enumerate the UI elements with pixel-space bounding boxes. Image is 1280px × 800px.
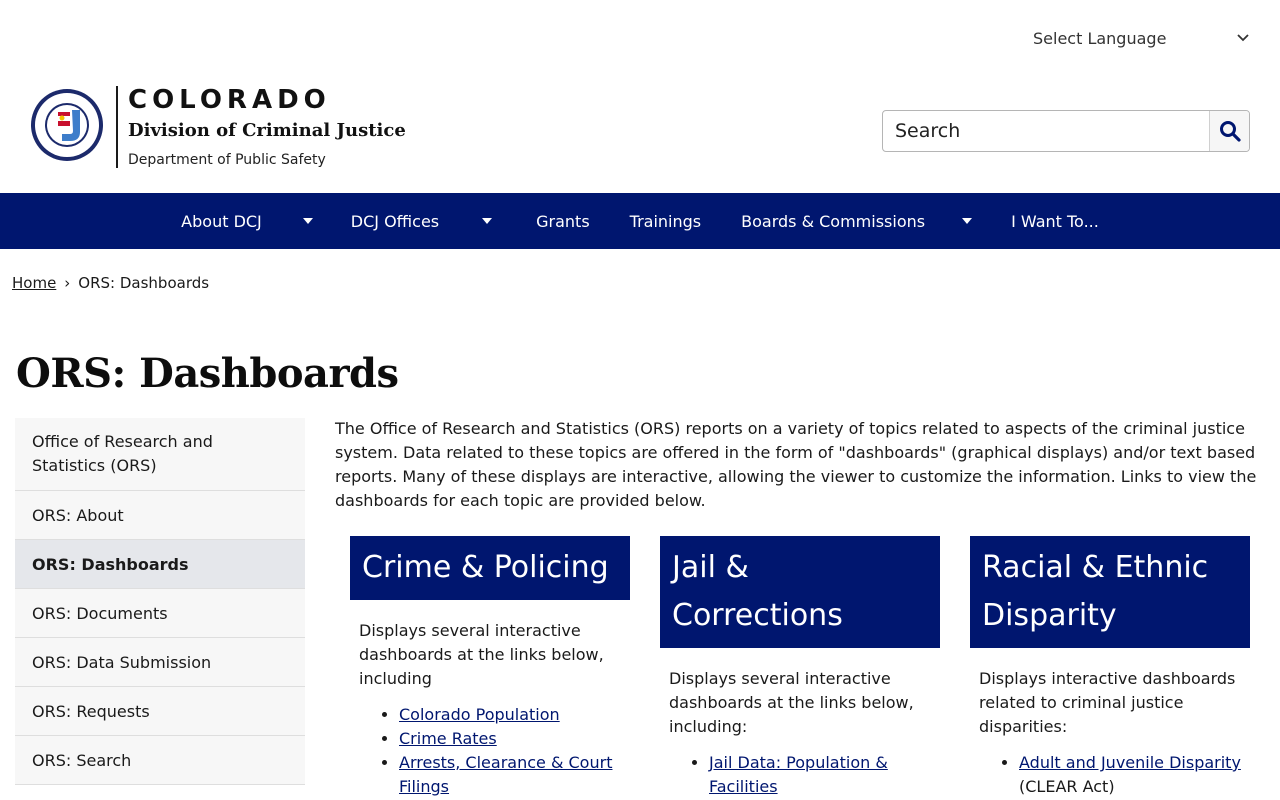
nav-item-dcj-offices[interactable]: DCJ Offices (351, 193, 493, 249)
search-icon (1219, 121, 1241, 142)
sidebar-item-label: ORS: Documents (32, 603, 168, 623)
topic-card-title: Jail & Corrections (660, 536, 940, 648)
chevron-down-icon (1233, 28, 1253, 48)
sidebar-item-ors-requests[interactable]: ORS: Requests (15, 687, 305, 736)
logo-divider (116, 86, 118, 168)
site-logo[interactable]: COLORADO Division of Criminal Justice De… (30, 86, 406, 176)
topic-card-description: Displays interactive dashboards related … (979, 669, 1236, 736)
language-selector[interactable]: Select Language (1033, 27, 1253, 49)
sidebar-item-ors-data-submission[interactable]: ORS: Data Submission (15, 638, 305, 687)
sidebar-item-label: ORS: Requests (32, 701, 150, 721)
topic-card-jail-corrections: Jail & Corrections Displays several inte… (660, 536, 940, 799)
nav-item-boards-commissions[interactable]: Boards & Commissions (741, 193, 973, 249)
logo-state-name: COLORADO (128, 85, 331, 115)
list-item: Jail Data: Population & Facilities (709, 751, 940, 799)
sidebar-item-ors-dashboards[interactable]: ORS: Dashboards (15, 540, 305, 589)
sidebar-item-ors-search[interactable]: ORS: Search (15, 736, 305, 785)
list-item: Adult and Juvenile Disparity (CLEAR Act) (1019, 751, 1250, 799)
dashboard-link-jail-data[interactable]: Jail Data: Population & Facilities (709, 753, 888, 796)
nav-item-about-dcj[interactable]: About DCJ (181, 193, 314, 249)
topic-card-links: Jail Data: Population & Facilities (660, 751, 940, 799)
sidebar-item-label: ORS: Dashboards (32, 554, 189, 574)
topic-card-title: Racial & Ethnic Disparity (970, 536, 1250, 648)
dashboard-link-arrests-clearance[interactable]: Arrests, Clearance & Court Filings (399, 753, 612, 796)
search-box (882, 110, 1250, 152)
caret-down-icon[interactable] (481, 215, 493, 227)
topic-card-description: Displays several interactive dashboards … (359, 621, 604, 688)
breadcrumb-current: ORS: Dashboards (78, 274, 210, 292)
topic-card-racial-ethnic-disparity: Racial & Ethnic Disparity Displays inter… (970, 536, 1250, 799)
topic-card-description: Displays several interactive dashboards … (669, 669, 914, 736)
nav-item-label: I Want To... (1011, 211, 1099, 231)
breadcrumb-home-link[interactable]: Home (12, 274, 56, 292)
sidebar-item-label: ORS: Search (32, 750, 132, 770)
topic-card-links: Colorado Population Crime Rates Arrests,… (350, 703, 630, 799)
search-button[interactable] (1209, 111, 1249, 151)
sidebar-item-ors-documents[interactable]: ORS: Documents (15, 589, 305, 638)
nav-item-label: DCJ Offices (350, 211, 440, 231)
sidebar-item-label: Office of Research and Statistics (ORS) (32, 432, 213, 475)
sidebar-nav: Office of Research and Statistics (ORS) … (15, 418, 305, 785)
dashboard-link-adult-juvenile-disparity[interactable]: Adult and Juvenile Disparity (1019, 753, 1241, 772)
list-item: Crime Rates (399, 727, 630, 751)
caret-down-icon[interactable] (302, 215, 314, 227)
nav-item-label: Boards & Commissions (741, 211, 926, 231)
logo-department-name: Department of Public Safety (128, 152, 326, 168)
sidebar-item-label: ORS: About (32, 505, 124, 525)
topic-card-links: Adult and Juvenile Disparity (CLEAR Act) (970, 751, 1250, 799)
state-seal-icon (31, 89, 103, 161)
list-item: Arrests, Clearance & Court Filings (399, 751, 630, 799)
nav-item-label: Grants (536, 211, 590, 231)
breadcrumb: Home › ORS: Dashboards (12, 274, 209, 292)
nav-item-i-want-to[interactable]: I Want To... (1011, 193, 1099, 249)
nav-item-grants[interactable]: Grants (536, 193, 590, 249)
sidebar-item-ors[interactable]: Office of Research and Statistics (ORS) (15, 418, 305, 491)
sidebar-item-label: ORS: Data Submission (32, 652, 212, 672)
link-note: (CLEAR Act) (1019, 777, 1115, 796)
nav-item-label: Trainings (629, 211, 702, 231)
breadcrumb-separator: › (64, 274, 71, 292)
logo-division-name: Division of Criminal Justice (128, 120, 406, 141)
list-item: Colorado Population (399, 703, 630, 727)
dashboard-link-colorado-population[interactable]: Colorado Population (399, 705, 560, 724)
nav-item-trainings[interactable]: Trainings (630, 193, 701, 249)
search-input[interactable] (883, 111, 1209, 151)
intro-paragraph: The Office of Research and Statistics (O… (335, 419, 1257, 510)
nav-item-label: About DCJ (181, 211, 262, 231)
page-title: ORS: Dashboards (16, 350, 399, 397)
caret-down-icon[interactable] (961, 215, 973, 227)
topic-card-crime-policing: Crime & Policing Displays several intera… (350, 536, 630, 799)
dashboard-link-crime-rates[interactable]: Crime Rates (399, 729, 497, 748)
main-nav: About DCJ DCJ Offices Grants Trainings B… (0, 193, 1280, 249)
topic-card-title: Crime & Policing (350, 536, 630, 600)
sidebar-item-ors-about[interactable]: ORS: About (15, 491, 305, 540)
language-selector-label: Select Language (1033, 28, 1167, 48)
